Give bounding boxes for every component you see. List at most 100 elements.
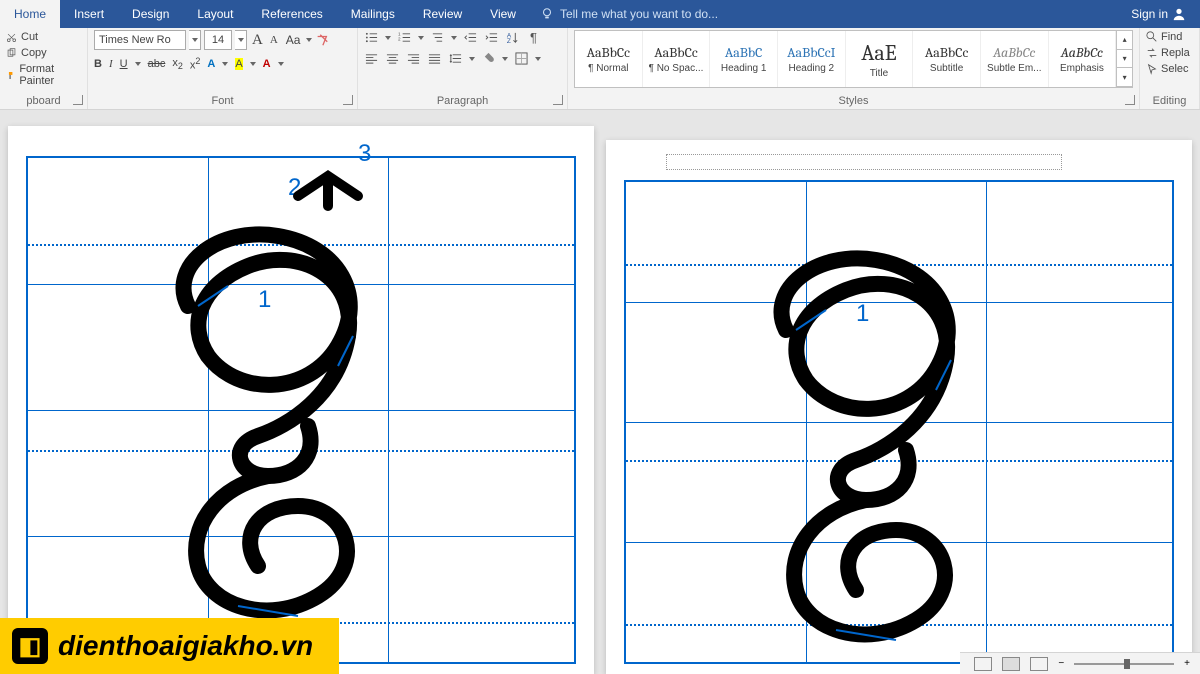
align-center-button[interactable] (385, 51, 400, 66)
style-subtleem[interactable]: AaBbCc Subtle Em... (981, 31, 1049, 87)
increase-indent-button[interactable] (484, 30, 499, 45)
style-sample: AaBbCcI (787, 44, 835, 61)
print-layout-button[interactable] (1002, 657, 1020, 671)
read-mode-button[interactable] (974, 657, 992, 671)
format-painter-label: Format Painter (19, 63, 81, 87)
highlight-label: A (235, 58, 242, 70)
show-marks-button[interactable]: ¶ (526, 30, 541, 45)
scroll-up-icon[interactable]: ▴ (1117, 31, 1132, 50)
replace-label: Repla (1161, 47, 1190, 59)
align-left-button[interactable] (364, 51, 379, 66)
style-name: Heading 1 (721, 63, 767, 74)
sign-in-button[interactable]: Sign in (1117, 7, 1200, 21)
page-left[interactable]: 2 3 1 (8, 126, 594, 674)
page-right[interactable]: 1 (606, 140, 1192, 674)
select-button[interactable]: Selec (1146, 62, 1193, 76)
font-name-dropdown[interactable] (189, 30, 201, 50)
shading-button[interactable] (481, 51, 496, 66)
ribbon: Cut Copy Format Painter pboard Times New… (0, 28, 1200, 110)
clear-formatting-icon[interactable] (315, 33, 329, 47)
styles-launcher[interactable] (1125, 95, 1135, 105)
zoom-slider[interactable] (1074, 663, 1174, 665)
styles-gallery: AaBbCc¶ Normal AaBbCc¶ No Spac... AaBbC H… (574, 30, 1133, 88)
justify-button[interactable] (427, 51, 442, 66)
style-title[interactable]: AaETitle (846, 31, 914, 87)
clipboard-launcher[interactable] (73, 95, 83, 105)
tab-layout[interactable]: Layout (183, 0, 247, 28)
copy-label: Copy (21, 47, 47, 59)
web-layout-button[interactable] (1030, 657, 1048, 671)
underline-button[interactable]: U (120, 58, 128, 70)
tab-review[interactable]: Review (409, 0, 476, 28)
gallery-scroll[interactable]: ▴▾▾ (1116, 31, 1132, 87)
style-sample: AaBbCc (993, 44, 1035, 61)
chevron-down-icon (238, 38, 244, 42)
status-bar: − + (960, 652, 1200, 674)
font-size-dropdown[interactable] (235, 30, 247, 50)
chevron-down-icon (502, 57, 508, 61)
borders-button[interactable] (514, 51, 529, 66)
chevron-down-icon (418, 36, 424, 40)
find-button[interactable]: Find (1146, 30, 1193, 44)
tab-mailings[interactable]: Mailings (337, 0, 409, 28)
line-spacing-button[interactable] (448, 51, 463, 66)
gallery-more-icon[interactable]: ▾ (1117, 68, 1132, 87)
superscript-button[interactable]: x2 (190, 56, 201, 72)
style-normal[interactable]: AaBbCc¶ Normal (575, 31, 643, 87)
zoom-out-button[interactable]: − (1058, 658, 1064, 669)
cut-button[interactable]: Cut (6, 30, 81, 44)
style-heading2[interactable]: AaBbCcI Heading 2 (778, 31, 846, 87)
copy-button[interactable]: Copy (6, 46, 81, 60)
style-name: Heading 2 (789, 63, 835, 74)
tell-me-search[interactable]: Tell me what you want to do... (530, 7, 718, 21)
sort-button[interactable]: AZ (505, 30, 520, 45)
format-painter-button[interactable]: Format Painter (6, 62, 81, 88)
tab-references[interactable]: References (247, 0, 336, 28)
strikethrough-button[interactable]: abc (148, 58, 166, 70)
tab-insert[interactable]: Insert (60, 0, 118, 28)
numbering-button[interactable]: 12 (397, 30, 412, 45)
font-color-button[interactable]: A (263, 58, 271, 70)
style-nospacing[interactable]: AaBbCc¶ No Spac... (643, 31, 711, 87)
watermark-logo-icon: ◧ (12, 628, 48, 664)
select-label: Selec (1161, 63, 1189, 75)
tab-home[interactable]: Home (0, 0, 60, 28)
change-case-button[interactable]: Aa (283, 33, 304, 47)
scroll-down-icon[interactable]: ▾ (1117, 50, 1132, 69)
font-name-input[interactable]: Times New Ro (94, 30, 186, 50)
subscript-2: 2 (178, 61, 183, 71)
highlight-button[interactable]: A (235, 58, 242, 70)
decrease-indent-button[interactable] (463, 30, 478, 45)
paragraph-group: 12 AZ ¶ Paragraph (358, 28, 568, 109)
document-area: 2 3 1 1 (0, 110, 1200, 674)
watermark-text: dienthoaigiakho.vn (58, 630, 313, 662)
shrink-font-button[interactable]: A (268, 34, 280, 46)
tab-view[interactable]: View (476, 0, 530, 28)
clipboard-group: Cut Copy Format Painter pboard (0, 28, 88, 109)
subscript-button[interactable]: x2 (172, 57, 183, 71)
paragraph-launcher[interactable] (553, 95, 563, 105)
multilevel-list-button[interactable] (430, 30, 445, 45)
paragraph-group-title: Paragraph (358, 95, 567, 107)
style-sample: AaBbC (725, 44, 763, 61)
style-emphasis[interactable]: AaBbCcEmphasis (1049, 31, 1117, 87)
font-size-input[interactable]: 14 (204, 30, 232, 50)
style-name: Subtle Em... (987, 63, 1041, 74)
font-launcher[interactable] (343, 95, 353, 105)
bold-button[interactable]: B (94, 58, 102, 70)
chevron-down-icon (250, 62, 256, 66)
replace-button[interactable]: Repla (1146, 46, 1193, 60)
scissors-icon (6, 32, 17, 43)
editing-group: Find Repla Selec Editing (1140, 28, 1200, 109)
italic-button[interactable]: I (109, 58, 113, 70)
tell-me-label: Tell me what you want to do... (560, 7, 718, 21)
stroke-number-3: 3 (358, 140, 371, 168)
align-right-button[interactable] (406, 51, 421, 66)
text-effects-button[interactable]: A (207, 58, 215, 70)
tab-design[interactable]: Design (118, 0, 183, 28)
style-subtitle[interactable]: AaBbCcSubtitle (913, 31, 981, 87)
bullets-button[interactable] (364, 30, 379, 45)
grow-font-button[interactable]: A (250, 32, 265, 49)
zoom-in-button[interactable]: + (1184, 658, 1190, 669)
style-heading1[interactable]: AaBbC Heading 1 (710, 31, 778, 87)
